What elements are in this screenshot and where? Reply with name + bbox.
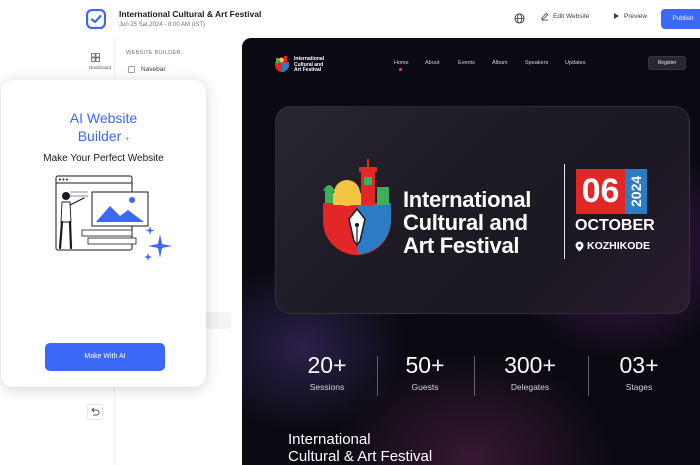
event-day: 06: [576, 169, 625, 214]
hero-title-line: Cultural and: [403, 210, 528, 235]
ai-card-title-text: Builder: [77, 128, 122, 144]
stat-delegates: 300+ Delegates: [480, 351, 580, 392]
section-title: International Cultural & Art Festival: [288, 431, 432, 465]
event-location-label: KOZHIKODE: [587, 240, 650, 252]
stat-divider: [474, 356, 475, 396]
nav-updates[interactable]: Updates: [565, 60, 586, 66]
publish-button[interactable]: Publish: [661, 9, 700, 29]
stat-label: Delegates: [510, 382, 550, 392]
stats-row: 20+ Sessions 50+ Guests 300+ Delegates 0…: [280, 351, 690, 401]
hero-title: International Cultural and Art Festival: [403, 188, 531, 257]
undo-icon: [91, 407, 100, 416]
event-location: KOZHIKODE: [575, 240, 650, 252]
event-datetime: Jun 25 Sat,2024 - 8:00 AM (IST): [119, 22, 206, 28]
ai-builder-card: AI Website Builder + Make Your Perfect W…: [1, 80, 206, 387]
website-illustration: [55, 175, 172, 261]
stat-value: 20+: [307, 352, 347, 378]
logo-line: Art Festival: [294, 67, 322, 74]
play-icon: [614, 13, 619, 19]
preview-button[interactable]: Preview: [612, 12, 647, 20]
builder-item-label: Navebar: [141, 66, 166, 73]
nav-events[interactable]: Events: [458, 60, 475, 66]
make-with-ai-button[interactable]: Make With AI: [45, 343, 165, 371]
section-title-line: International: [288, 431, 371, 448]
preview-label: Preview: [624, 12, 648, 20]
nav-speakers[interactable]: Speakers: [525, 60, 548, 66]
dashboard-icon[interactable]: [91, 53, 100, 62]
dashboard-label[interactable]: Dashboard: [81, 65, 119, 70]
stat-label: Sessions: [309, 382, 345, 392]
website-preview: International Cultural and Art Festival …: [242, 38, 700, 465]
edit-website-label: Edit Website: [553, 13, 590, 20]
top-bar: International Cultural & Art Festival Ju…: [0, 0, 700, 38]
sparkle-icon: +: [125, 136, 130, 143]
layout-icon: [128, 66, 135, 73]
globe-icon[interactable]: [514, 13, 525, 24]
location-pin-icon: [575, 241, 584, 251]
festival-emblem-icon: [323, 159, 391, 255]
stat-sessions: 20+ Sessions: [277, 351, 377, 392]
nav-album[interactable]: Album: [492, 60, 508, 66]
builder-item-navbar[interactable]: Navebar: [128, 66, 166, 73]
nav-about[interactable]: About: [425, 60, 439, 66]
ai-card-subtitle: Make Your Perfect Website: [43, 153, 164, 164]
stat-guests: 50+ Guests: [375, 351, 475, 392]
section-title-line: Cultural & Art Festival: [288, 448, 433, 465]
nav-active-dot: [399, 68, 402, 71]
stat-label: Guests: [411, 382, 439, 392]
nav-home[interactable]: Home: [394, 60, 409, 66]
hero-title-line: International: [403, 187, 532, 212]
edit-icon: [541, 12, 549, 21]
undo-button[interactable]: [87, 404, 103, 420]
stat-value: 300+: [504, 352, 556, 378]
edit-website-button[interactable]: Edit Website: [540, 12, 589, 21]
event-month: OCTOBER: [575, 217, 655, 234]
stat-value: 50+: [405, 352, 445, 378]
register-button[interactable]: Register: [648, 56, 686, 70]
event-year: 2024: [628, 175, 644, 208]
event-title: International Cultural & Art Festival: [119, 9, 262, 19]
stat-stages: 03+ Stages: [589, 351, 689, 392]
builder-heading: WEBSITE BUILDER: [126, 50, 181, 56]
ai-card-title-line1: AI Website: [69, 110, 138, 126]
hero-banner: International Cultural and Art Festival …: [275, 106, 690, 314]
stat-value: 03+: [619, 352, 659, 378]
stat-label: Stages: [625, 382, 653, 392]
festival-logo-icon[interactable]: [273, 53, 291, 75]
ai-card-title-line2: Builder +: [1, 127, 206, 149]
site-logo-text: International Cultural and Art Festival: [294, 56, 324, 74]
hero-title-line: Art Festival: [403, 233, 520, 258]
app-logo-icon[interactable]: [86, 9, 106, 29]
hero-divider: [564, 164, 565, 259]
